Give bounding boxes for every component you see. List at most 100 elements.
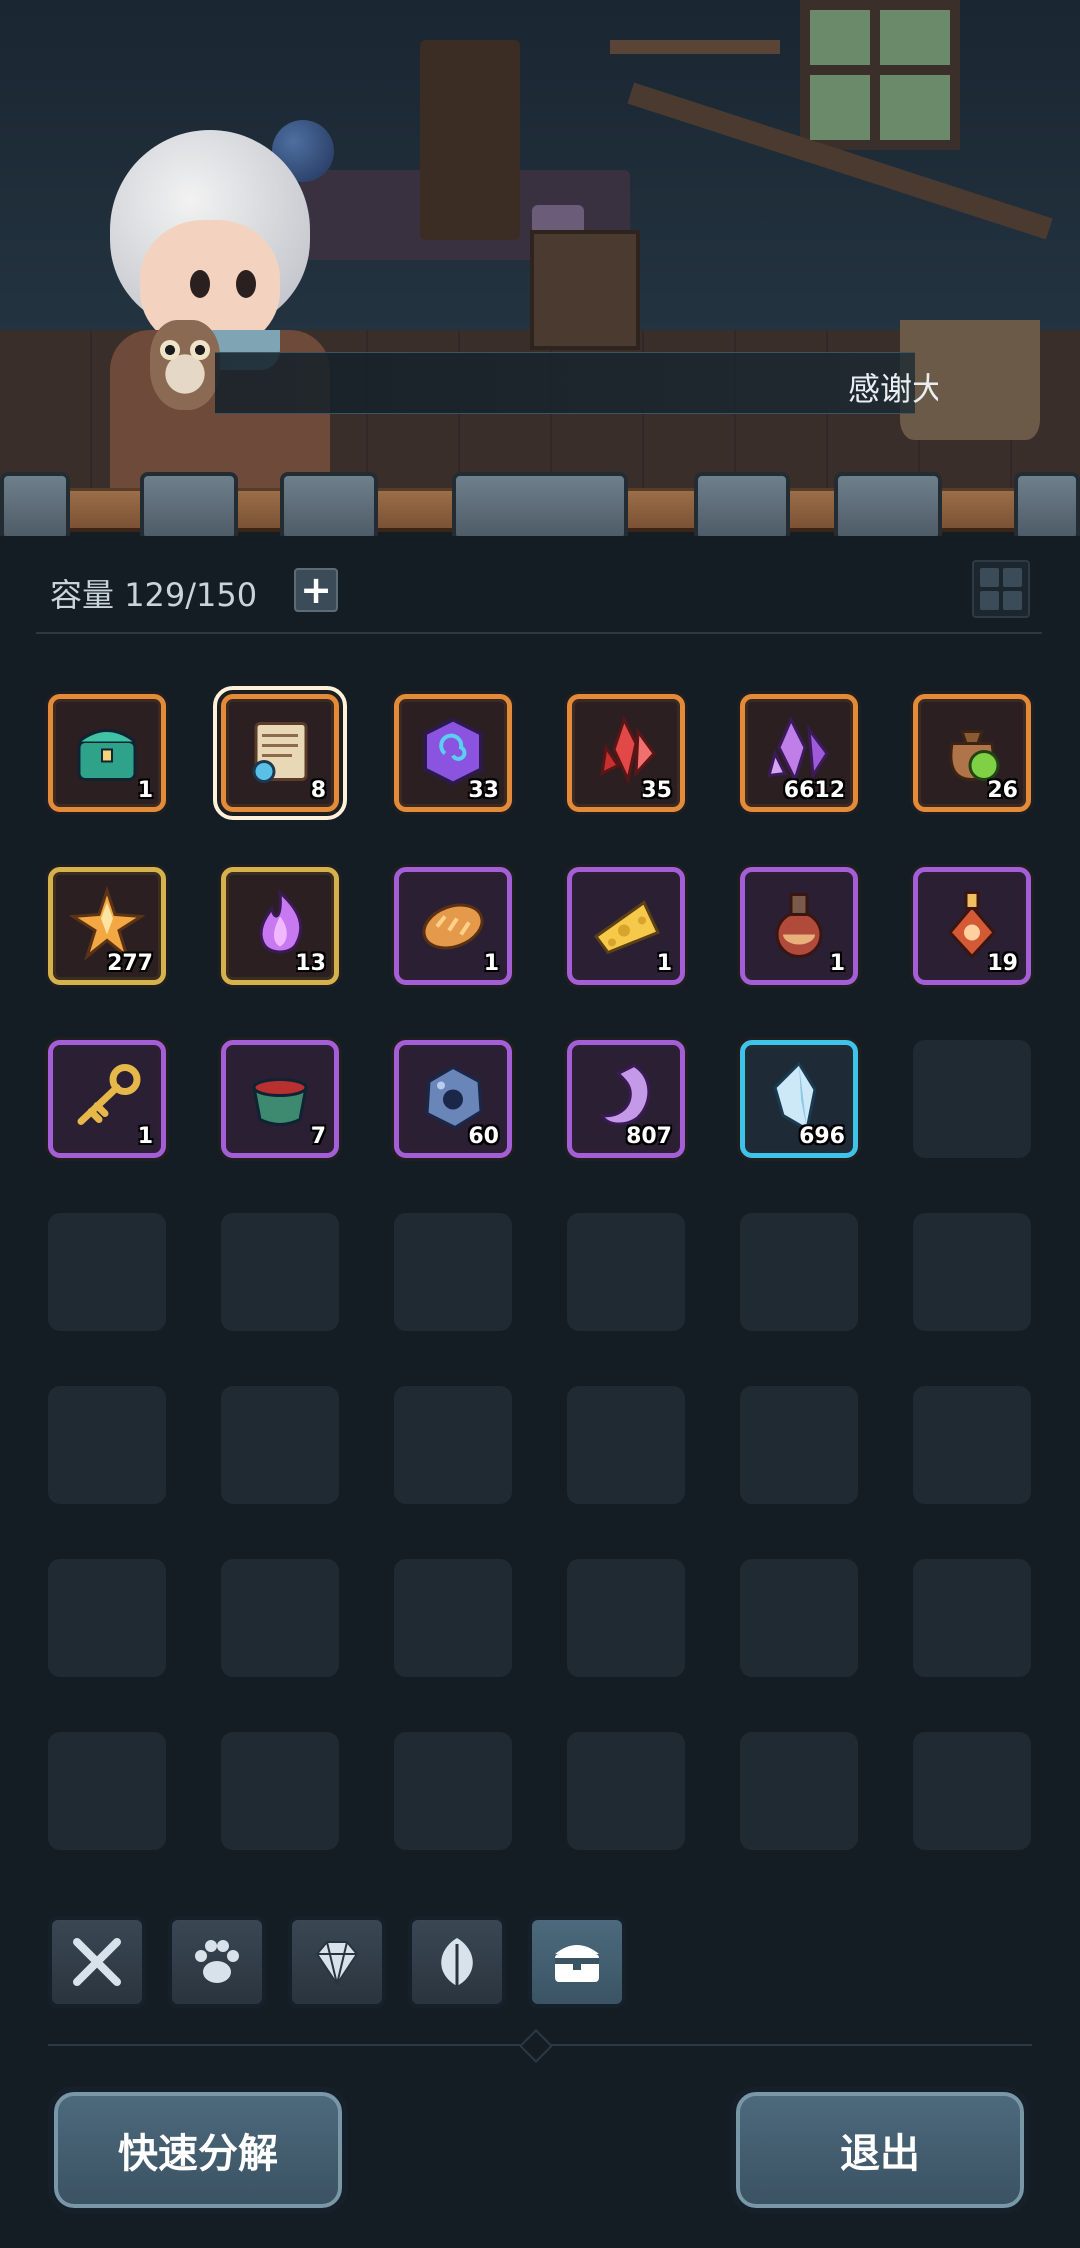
empty-inventory-slot[interactable] bbox=[567, 1559, 685, 1677]
item-count: 1 bbox=[137, 778, 153, 803]
dialog-text: 感谢大 bbox=[848, 370, 938, 408]
item-count: 6612 bbox=[783, 778, 845, 803]
inventory-slot[interactable]: 807 bbox=[567, 1040, 685, 1158]
item-count: 26 bbox=[987, 778, 1018, 803]
empty-inventory-slot[interactable] bbox=[567, 1213, 685, 1331]
inventory-slot[interactable]: 7 bbox=[221, 1040, 339, 1158]
stone-block bbox=[694, 472, 790, 542]
empty-inventory-slot[interactable] bbox=[221, 1386, 339, 1504]
inventory-slot[interactable]: 33 bbox=[394, 694, 512, 812]
character-eye-right bbox=[236, 270, 256, 298]
empty-inventory-slot[interactable] bbox=[740, 1213, 858, 1331]
stone-block bbox=[0, 472, 70, 542]
meat-pot-icon bbox=[242, 1059, 318, 1135]
paw-icon bbox=[187, 1932, 247, 1992]
empty-inventory-slot[interactable] bbox=[394, 1559, 512, 1677]
inventory-slot[interactable]: 277 bbox=[48, 867, 166, 985]
grid-cell bbox=[1003, 591, 1022, 610]
stone-block bbox=[834, 472, 942, 542]
item-count: 1 bbox=[483, 951, 499, 976]
chest-icon bbox=[547, 1932, 607, 1992]
character-eye-left bbox=[190, 270, 210, 298]
empty-inventory-slot[interactable] bbox=[740, 1732, 858, 1850]
stone-block bbox=[1014, 472, 1080, 542]
leaf-icon bbox=[427, 1932, 487, 1992]
shelf bbox=[610, 40, 780, 54]
inventory-slot[interactable]: 26 bbox=[913, 694, 1031, 812]
empty-inventory-slot[interactable] bbox=[567, 1732, 685, 1850]
crate bbox=[530, 230, 640, 350]
divider-ornament bbox=[519, 2029, 553, 2063]
empty-inventory-slot[interactable] bbox=[394, 1732, 512, 1850]
empty-inventory-slot[interactable] bbox=[913, 1213, 1031, 1331]
empty-inventory-slot[interactable] bbox=[221, 1732, 339, 1850]
empty-inventory-slot[interactable] bbox=[221, 1559, 339, 1677]
empty-inventory-slot[interactable] bbox=[48, 1559, 166, 1677]
grid-cell bbox=[980, 568, 999, 587]
empty-inventory-slot[interactable] bbox=[221, 1213, 339, 1331]
potion-flask-icon bbox=[761, 886, 837, 962]
empty-inventory-slot[interactable] bbox=[913, 1386, 1031, 1504]
tab-chest[interactable] bbox=[528, 1916, 626, 2008]
tab-paw[interactable] bbox=[168, 1916, 266, 2008]
empty-inventory-slot[interactable] bbox=[48, 1213, 166, 1331]
inventory-slot[interactable]: 1 bbox=[740, 867, 858, 985]
grid-cell bbox=[1003, 568, 1022, 587]
empty-inventory-slot[interactable] bbox=[48, 1386, 166, 1504]
inventory-slot[interactable]: 35 bbox=[567, 694, 685, 812]
item-count: 19 bbox=[987, 951, 1018, 976]
grid-cell bbox=[980, 591, 999, 610]
tab-crossed-weapons[interactable] bbox=[48, 1916, 146, 2008]
inventory-slot[interactable]: 696 bbox=[740, 1040, 858, 1158]
inventory-slot[interactable]: 6612 bbox=[740, 694, 858, 812]
empty-inventory-slot[interactable] bbox=[913, 1559, 1031, 1677]
chair bbox=[420, 40, 520, 240]
scroll-map-icon bbox=[242, 713, 318, 789]
item-count: 696 bbox=[799, 1124, 845, 1149]
teal-chest-icon bbox=[69, 713, 145, 789]
empty-inventory-slot[interactable] bbox=[567, 1386, 685, 1504]
cheese-icon bbox=[588, 886, 664, 962]
inventory-slot[interactable]: 1 bbox=[48, 1040, 166, 1158]
empty-inventory-slot[interactable] bbox=[913, 1040, 1031, 1158]
stone-block bbox=[140, 472, 238, 542]
empty-inventory-slot[interactable] bbox=[48, 1732, 166, 1850]
tab-gem[interactable] bbox=[288, 1916, 386, 2008]
empty-inventory-slot[interactable] bbox=[394, 1213, 512, 1331]
item-count: 277 bbox=[107, 951, 153, 976]
gem-icon bbox=[307, 1932, 367, 1992]
empty-inventory-slot[interactable] bbox=[740, 1559, 858, 1677]
item-count: 807 bbox=[626, 1124, 672, 1149]
item-count: 33 bbox=[468, 778, 499, 803]
inventory-slot[interactable]: 13 bbox=[221, 867, 339, 985]
bread-loaf-icon bbox=[415, 886, 491, 962]
expand-capacity-button[interactable]: + bbox=[294, 568, 338, 612]
item-count: 60 bbox=[468, 1124, 499, 1149]
capacity-value: 129/150 bbox=[124, 576, 258, 614]
grid-view-toggle[interactable] bbox=[972, 560, 1030, 618]
item-count: 1 bbox=[829, 951, 845, 976]
item-count: 8 bbox=[310, 778, 326, 803]
capacity-text: 容量 129/150 bbox=[50, 570, 257, 616]
item-count: 7 bbox=[310, 1124, 326, 1149]
tab-leaf[interactable] bbox=[408, 1916, 506, 2008]
exit-button[interactable]: 退出 bbox=[730, 2086, 1030, 2214]
inventory-grid: 1 8 33 35 6612 26 277 13 1 1 1 19 1 7 60 807 696 bbox=[48, 686, 1033, 1850]
inventory-slot[interactable]: 1 bbox=[48, 694, 166, 812]
inventory-slot[interactable]: 60 bbox=[394, 1040, 512, 1158]
inventory-slot[interactable]: 8 bbox=[213, 686, 347, 820]
item-count: 35 bbox=[641, 778, 672, 803]
owl-companion-icon bbox=[150, 320, 220, 410]
quick-decompose-button[interactable]: 快速分解 bbox=[48, 2086, 348, 2214]
scene-background bbox=[0, 0, 1080, 500]
crossed-weapons-icon bbox=[67, 1932, 127, 1992]
window bbox=[800, 0, 960, 150]
empty-inventory-slot[interactable] bbox=[740, 1386, 858, 1504]
inventory-slot[interactable]: 19 bbox=[913, 867, 1031, 985]
inventory-slot[interactable]: 1 bbox=[567, 867, 685, 985]
broom-icon bbox=[900, 240, 1040, 440]
empty-inventory-slot[interactable] bbox=[913, 1732, 1031, 1850]
empty-inventory-slot[interactable] bbox=[394, 1386, 512, 1504]
stone-block bbox=[280, 472, 378, 542]
inventory-slot[interactable]: 1 bbox=[394, 867, 512, 985]
